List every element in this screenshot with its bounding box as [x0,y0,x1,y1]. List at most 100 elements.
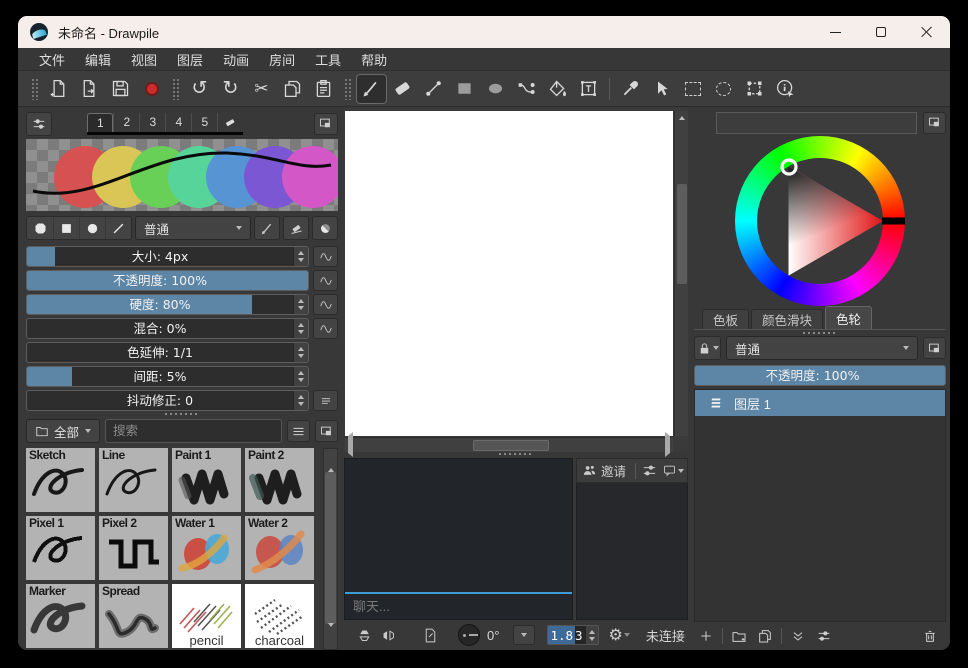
menu-help[interactable]: 帮助 [352,48,396,71]
brush-search-input[interactable] [105,419,282,443]
chat-options-button[interactable] [662,460,684,482]
layer-blend-mode-dropdown[interactable]: 普通 [726,336,918,360]
lasso-select-tool-button[interactable] [708,74,739,104]
chat-input[interactable] [345,592,572,619]
opacity-curve-button[interactable] [313,270,338,291]
color-wheel[interactable] [735,136,905,306]
add-group-button[interactable] [727,625,751,647]
brush-tile[interactable]: Sketch [26,448,95,512]
brush-tile[interactable]: pencil [172,584,241,648]
drawing-canvas[interactable] [345,111,673,436]
layer-opacity-slider[interactable]: 不透明度: 100% [694,365,946,386]
close-button[interactable] [904,16,950,48]
menu-animation[interactable]: 动画 [214,48,258,71]
brush-tile[interactable]: Paint 2 [245,448,314,512]
eraser-tool-button[interactable] [387,74,418,104]
new-document-button[interactable] [43,74,74,104]
brush-tile[interactable]: Spread [99,584,168,648]
library-dock-options-button[interactable] [315,420,338,442]
layer-lock-button[interactable] [694,336,721,360]
brush-slot-5[interactable]: 5 [191,113,217,132]
brush-blend-mode-dropdown[interactable]: 普通 [135,216,251,240]
stabilizer-options-button[interactable] [313,390,338,411]
scroll-up-icon[interactable] [679,111,685,124]
hue-marker[interactable] [882,218,905,225]
hardness-slider[interactable]: 硬度: 80% [26,294,309,315]
size-slider[interactable]: 大小: 4px [26,246,309,267]
spinner[interactable] [293,343,308,362]
scroll-left-icon[interactable] [348,436,353,454]
spinner[interactable] [293,391,308,410]
size-curve-button[interactable] [313,246,338,267]
smudge-curve-button[interactable] [313,318,338,339]
scrollbar-thumb[interactable] [677,184,687,284]
brush-tile[interactable]: Paint 1 [172,448,241,512]
rectangle-tool-button[interactable] [449,74,480,104]
inspector-tool-button[interactable] [770,74,801,104]
dock-splitter[interactable] [344,452,688,456]
toolbar-grip[interactable] [31,78,38,100]
chat-messages[interactable] [345,459,572,592]
color-name-field[interactable] [716,112,917,134]
save-button[interactable] [105,74,136,104]
minimize-button[interactable] [812,16,858,48]
rotation-dropdown-button[interactable] [513,625,535,645]
zoom-spinbox[interactable]: 1.8 3 [547,625,598,645]
stabilizer-slider[interactable]: 抖动修正: 0 [26,390,309,411]
menu-view[interactable]: 视图 [122,48,166,71]
menu-tools[interactable]: 工具 [306,48,350,71]
scrollbar-thumb[interactable] [473,440,549,451]
pen-mode-button[interactable] [254,216,280,240]
dock-splitter[interactable] [26,411,338,417]
brush-category-dropdown[interactable]: 全部 [26,419,100,443]
brush-tile[interactable]: Pixel 2 [99,516,168,580]
brush-slot-3[interactable]: 3 [139,113,165,132]
transform-tool-button[interactable] [739,74,770,104]
shape-round-pixel-button[interactable] [27,217,53,239]
line-tool-button[interactable] [418,74,449,104]
brush-tile[interactable]: Marker [26,584,95,648]
toolbar-grip[interactable] [172,78,179,100]
layer-properties-button[interactable] [812,625,836,647]
spinner[interactable] [293,247,308,266]
delete-layer-button[interactable] [918,625,942,647]
record-button[interactable] [136,74,167,104]
user-list[interactable] [576,483,688,620]
scrollbar-thumb[interactable] [325,472,336,624]
ellipse-tool-button[interactable] [480,74,511,104]
brush-tile[interactable]: Pixel 1 [26,516,95,580]
brush-tile[interactable]: Water 2 [245,516,314,580]
brush-slot-1[interactable]: 1 [87,113,113,132]
rect-select-tool-button[interactable] [677,74,708,104]
maximize-button[interactable] [858,16,904,48]
layer-row[interactable]: 图层 1 [695,390,945,416]
scroll-up-icon[interactable] [328,451,334,469]
brush-tile[interactable]: Water 1 [172,516,241,580]
canvas-hscrollbar[interactable] [345,437,673,452]
tab-palette[interactable]: 色板 [702,309,749,329]
fill-tool-button[interactable] [542,74,573,104]
paste-button[interactable] [308,74,339,104]
undo-button[interactable]: ↺ [184,74,215,104]
bezier-tool-button[interactable] [511,74,542,104]
menu-edit[interactable]: 编辑 [76,48,120,71]
shape-mypaint-button[interactable] [105,217,131,239]
view-settings-button[interactable]: ⚙ [609,625,623,645]
shape-square-pixel-button[interactable] [53,217,79,239]
brush-dock-options-button[interactable] [314,113,338,135]
brush-slot-4[interactable]: 4 [165,113,191,132]
layer-dock-options-button[interactable] [923,337,946,359]
menu-file[interactable]: 文件 [30,48,74,71]
hardness-curve-button[interactable] [313,294,338,315]
canvas-vscrollbar[interactable] [674,111,688,436]
merge-layer-button[interactable] [786,625,810,647]
tab-color-sliders[interactable]: 颜色滑块 [751,309,823,329]
canvas-background-button[interactable] [418,624,442,646]
copy-button[interactable] [277,74,308,104]
brush-slot-eraser[interactable] [217,113,243,132]
spinner[interactable] [293,295,308,314]
brush-tile[interactable]: Line [99,448,168,512]
toolbar-grip[interactable] [344,78,351,100]
spinner[interactable] [293,319,308,338]
erase-mode-button[interactable] [283,216,309,240]
